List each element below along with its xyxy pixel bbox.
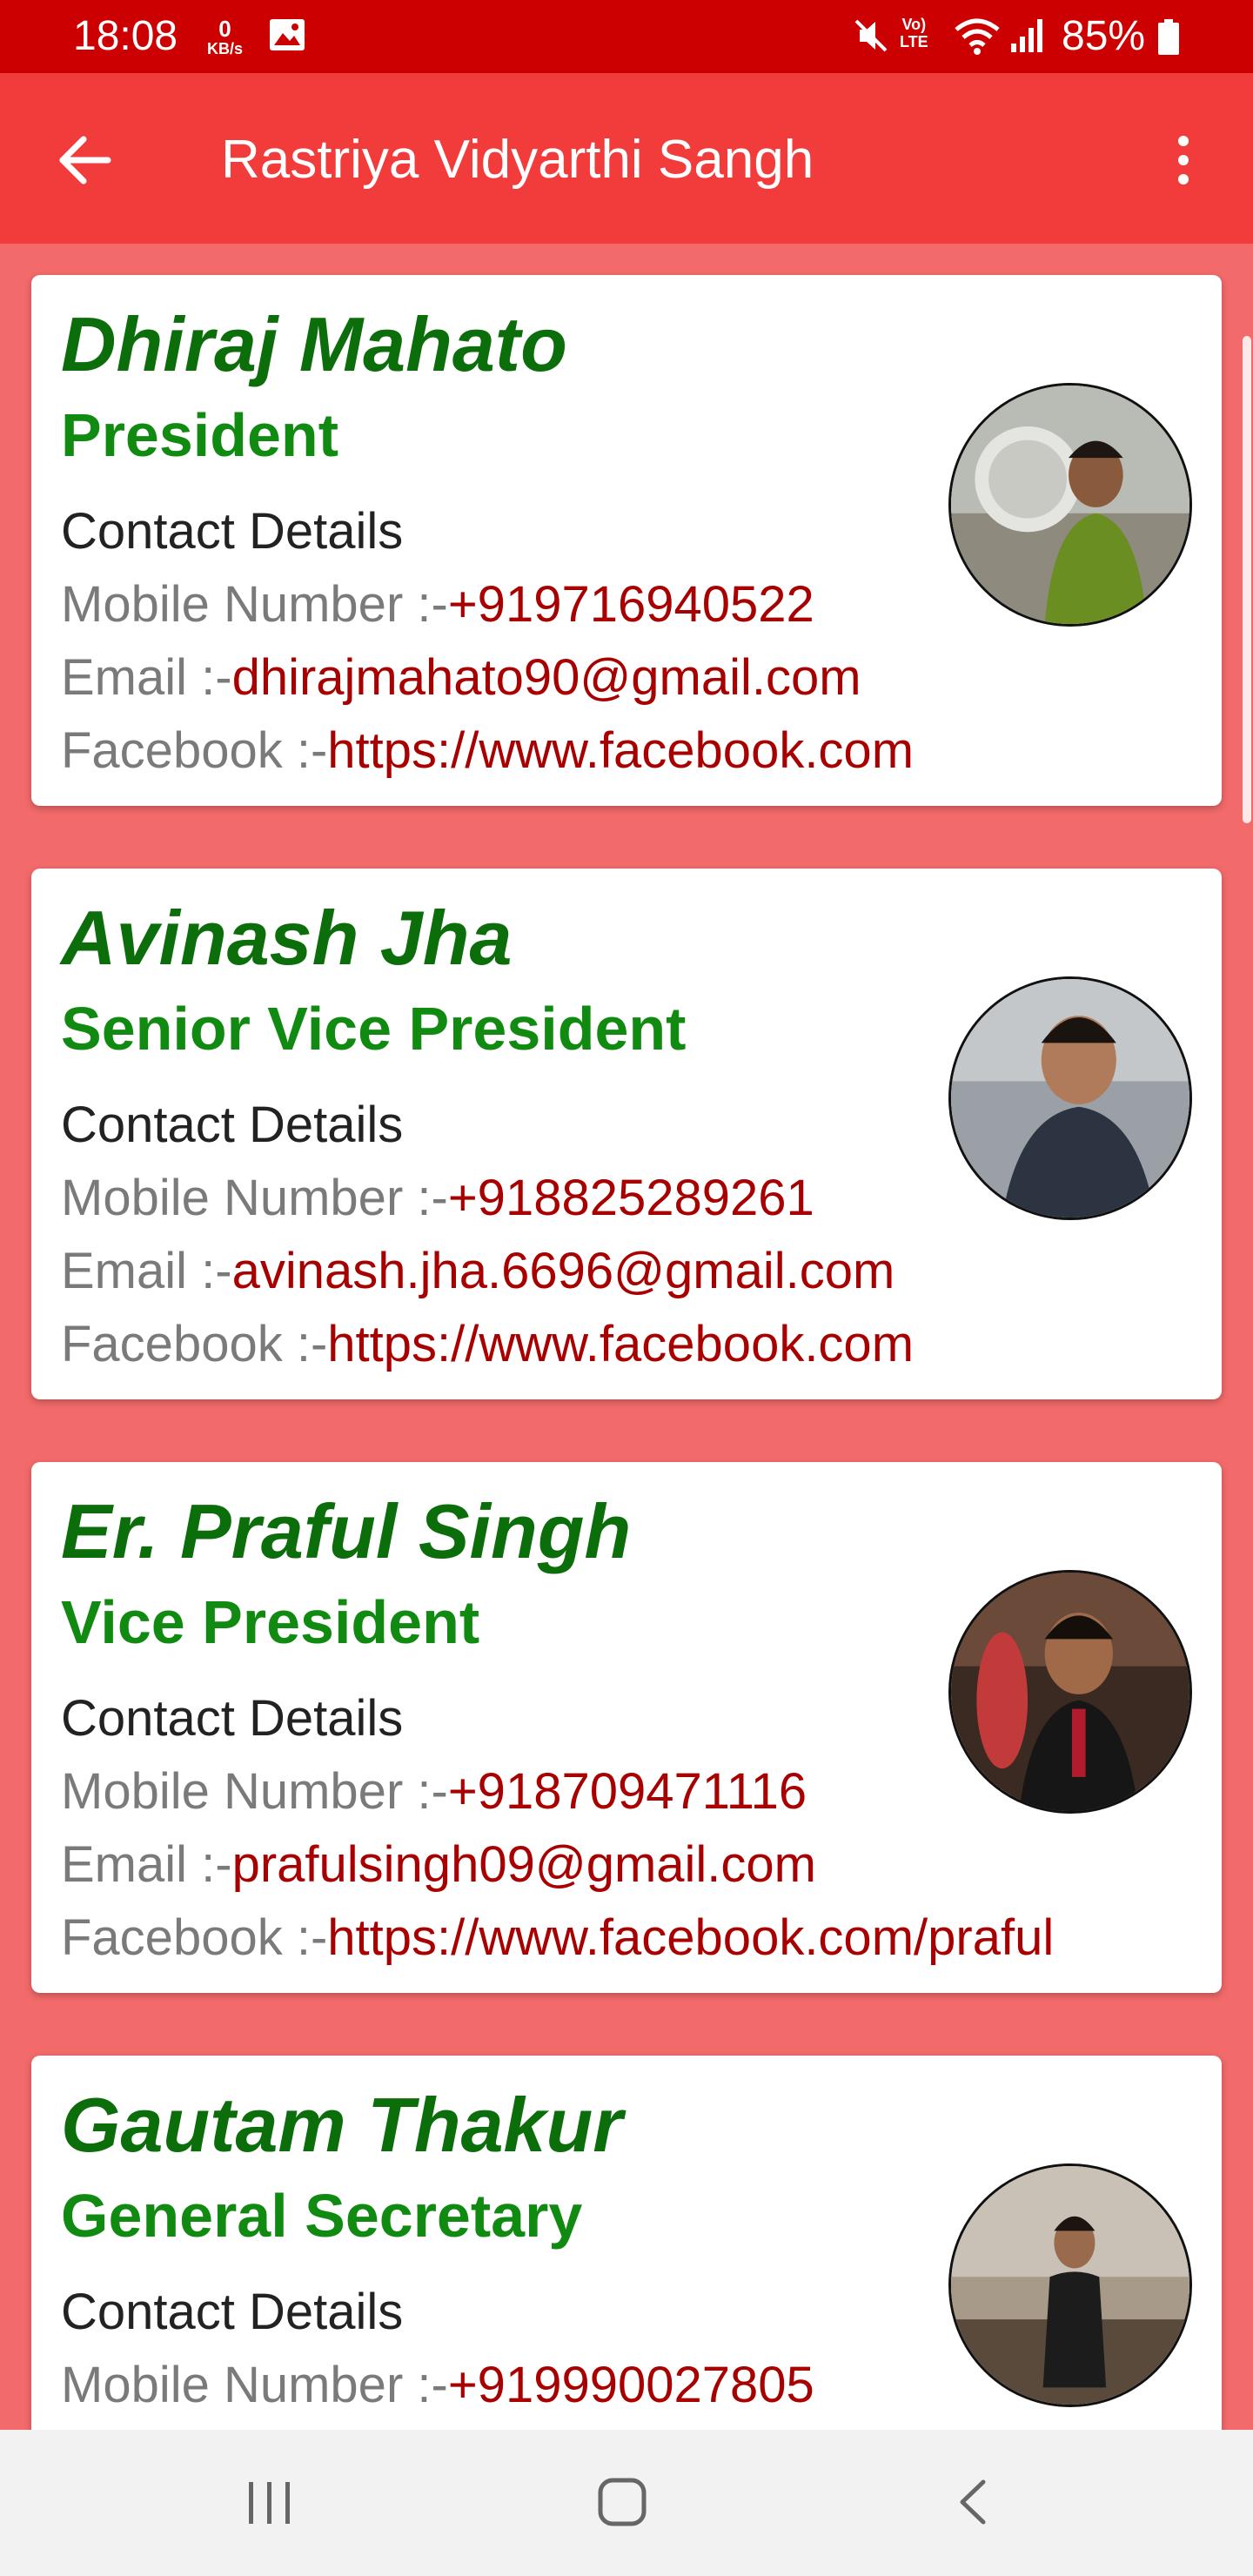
email-value[interactable]: avinash.jha.6696@gmail.com [232, 1243, 895, 1299]
battery-percentage: 85% [1062, 13, 1146, 59]
facebook-row: Facebook :-https://www.facebook.com/praf… [61, 1909, 1054, 1967]
member-role: President [61, 401, 338, 469]
app-title: Rastriya Vidyarthi Sangh [221, 130, 814, 190]
member-avatar [948, 383, 1192, 627]
mobile-row: Mobile Number :-+919716940522 [61, 576, 814, 634]
nav-back-icon[interactable] [952, 2472, 994, 2532]
facebook-label: Facebook :- [61, 722, 328, 779]
mobile-label: Mobile Number :- [61, 576, 448, 633]
mobile-label: Mobile Number :- [61, 1170, 448, 1226]
image-notification-icon [270, 19, 305, 50]
facebook-label: Facebook :- [61, 1316, 328, 1372]
mobile-label: Mobile Number :- [61, 2357, 448, 2413]
network-speed-unit: KB/s [207, 40, 244, 57]
wifi-icon [955, 18, 1000, 55]
back-arrow-icon[interactable] [54, 129, 117, 191]
more-options-icon[interactable] [1163, 129, 1204, 191]
system-nav-bar [0, 2430, 1253, 2576]
avatar-photo [951, 1573, 1189, 1811]
member-name: Er. Praful Singh [61, 1488, 632, 1574]
email-row: Email :-dhirajmahato90@gmail.com [61, 649, 861, 707]
status-bar: 18:08 0 KB/s Vo) LTE 85% [0, 0, 1253, 73]
facebook-link[interactable]: https://www.facebook.com/praful [327, 1909, 1054, 1966]
mobile-value[interactable]: +919990027805 [448, 2357, 814, 2413]
volte-top-label: Vo) [901, 16, 927, 33]
status-time: 18:08 [73, 13, 178, 59]
member-avatar [948, 976, 1192, 1220]
mobile-row: Mobile Number :-+918709471116 [61, 1763, 807, 1821]
avatar-photo [951, 979, 1189, 1218]
member-avatar [948, 1570, 1192, 1814]
home-icon[interactable] [592, 2472, 653, 2532]
signal-icon [1011, 19, 1042, 52]
member-name: Avinash Jha [61, 895, 513, 981]
member-avatar [948, 2163, 1192, 2407]
scrollbar[interactable] [1243, 336, 1251, 823]
email-label: Email :- [61, 1836, 232, 1893]
facebook-row: Facebook :-https://www.facebook.com [61, 1316, 914, 1373]
email-label: Email :- [61, 649, 232, 706]
member-role: Vice President [61, 1588, 480, 1656]
mobile-value[interactable]: +918825289261 [448, 1170, 814, 1226]
volte-indicator: Vo) LTE [900, 16, 928, 50]
network-speed-value: 0 [218, 16, 231, 42]
member-card[interactable]: Gautam Thakur General Secretary Contact … [31, 2056, 1222, 2430]
battery-icon [1158, 19, 1179, 55]
contact-heading: Contact Details [61, 503, 404, 560]
contact-heading: Contact Details [61, 1097, 404, 1153]
app-bar: Rastriya Vidyarthi Sangh [0, 73, 1253, 244]
contact-heading: Contact Details [61, 1690, 404, 1747]
email-row: Email :-avinash.jha.6696@gmail.com [61, 1243, 895, 1300]
mobile-label: Mobile Number :- [61, 1763, 448, 1820]
member-card[interactable]: Dhiraj Mahato President Contact Details … [31, 275, 1222, 806]
facebook-link[interactable]: https://www.facebook.com [327, 722, 914, 779]
facebook-row: Facebook :-https://www.facebook.com [61, 722, 914, 780]
mute-icon [854, 19, 888, 52]
recents-icon[interactable] [244, 2475, 296, 2531]
avatar-photo [951, 2166, 1189, 2405]
member-card[interactable]: Er. Praful Singh Vice President Contact … [31, 1462, 1222, 1993]
email-row: Email :-prafulsingh09@gmail.com [61, 1836, 816, 1894]
member-list[interactable]: Dhiraj Mahato President Contact Details … [0, 244, 1253, 2430]
member-role: Senior Vice President [61, 995, 687, 1063]
volte-bottom-label: LTE [900, 33, 928, 50]
contact-heading: Contact Details [61, 2284, 404, 2340]
member-card[interactable]: Avinash Jha Senior Vice President Contac… [31, 869, 1222, 1399]
mobile-row: Mobile Number :-+918825289261 [61, 1170, 814, 1227]
email-label: Email :- [61, 1243, 232, 1299]
member-name: Dhiraj Mahato [61, 301, 567, 387]
member-name: Gautam Thakur [61, 2082, 623, 2168]
mobile-value[interactable]: +919716940522 [448, 576, 814, 633]
email-value[interactable]: prafulsingh09@gmail.com [232, 1836, 816, 1893]
email-value[interactable]: dhirajmahato90@gmail.com [232, 649, 861, 706]
mobile-row: Mobile Number :-+919990027805 [61, 2357, 814, 2414]
network-speed: 0 KB/s [207, 17, 243, 57]
facebook-link[interactable]: https://www.facebook.com [327, 1316, 914, 1372]
member-role: General Secretary [61, 2182, 583, 2250]
avatar-photo [951, 386, 1189, 624]
facebook-label: Facebook :- [61, 1909, 328, 1966]
mobile-value[interactable]: +918709471116 [448, 1763, 807, 1820]
